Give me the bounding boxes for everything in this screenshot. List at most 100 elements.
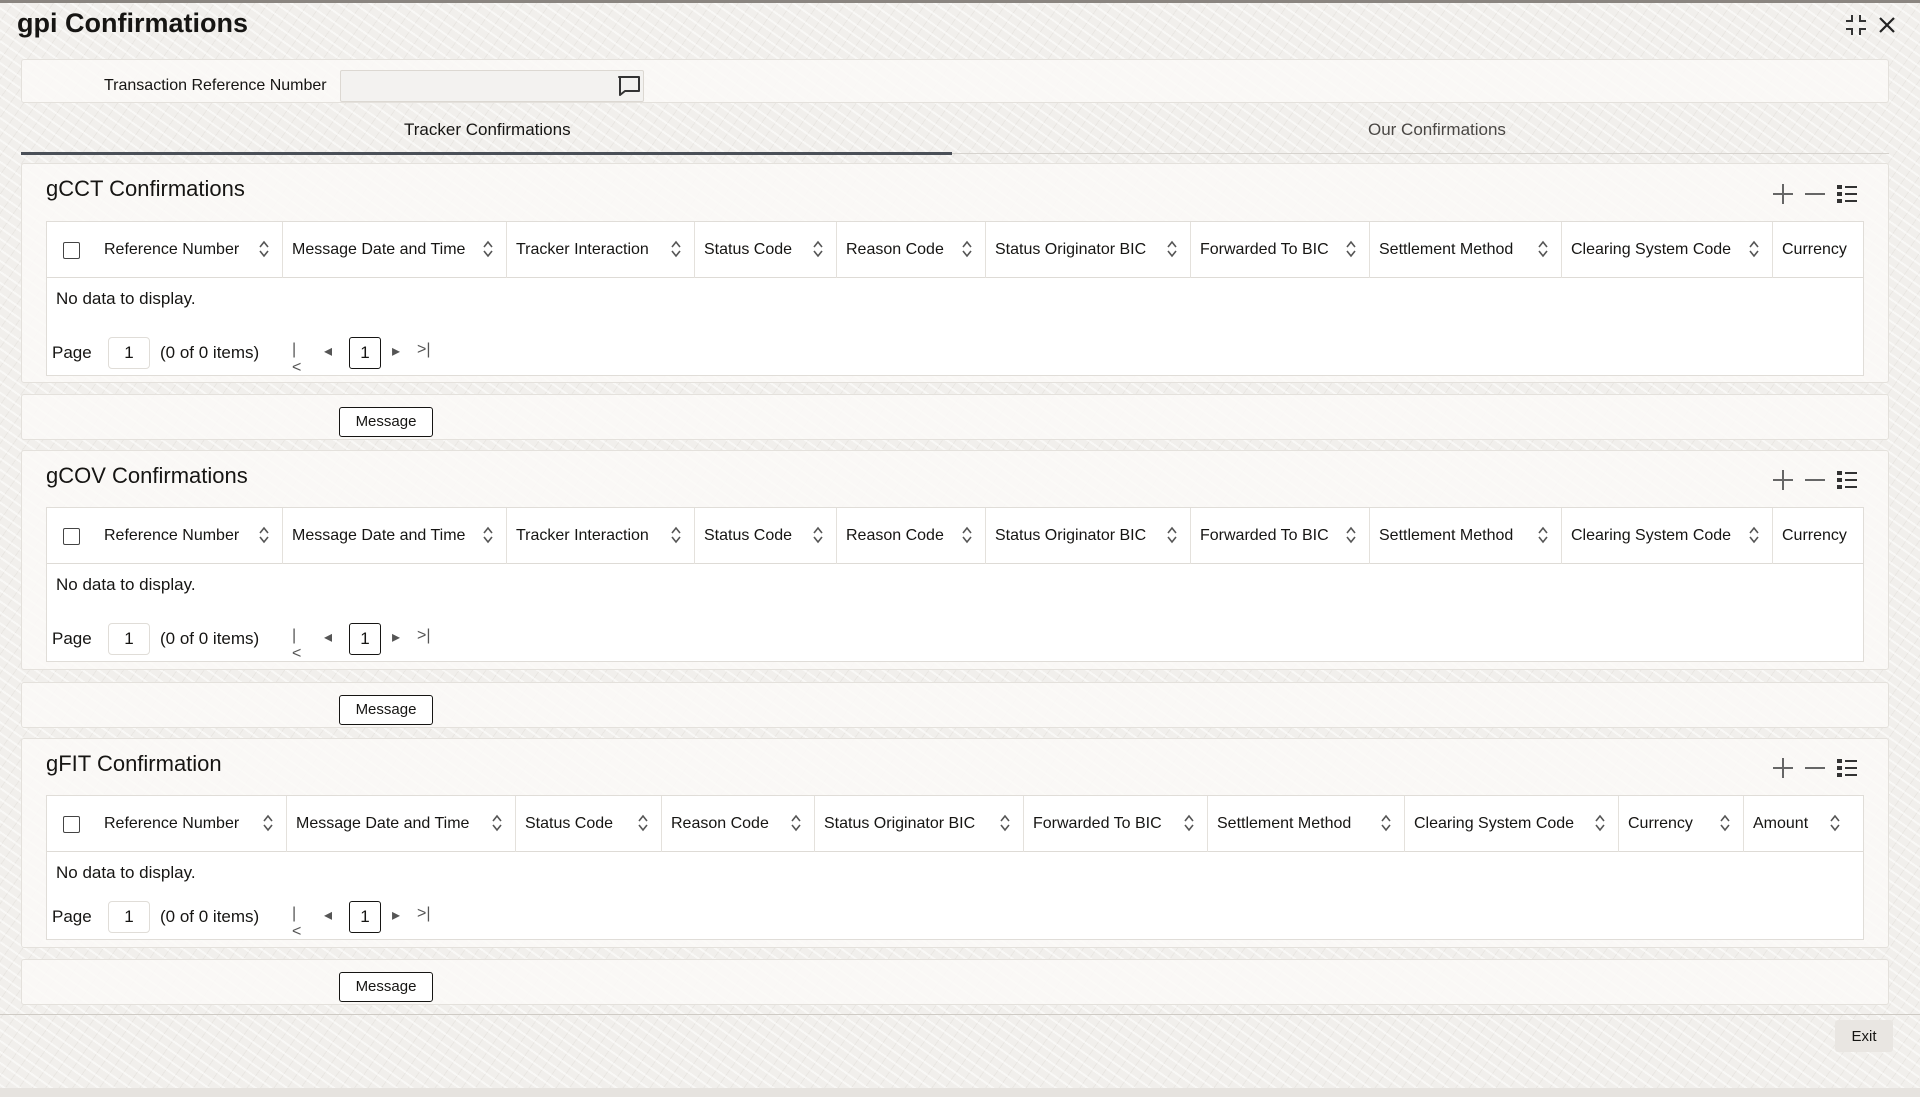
column-header[interactable]: Reference Number (95, 796, 287, 852)
add-row-icon[interactable] (1770, 755, 1796, 781)
last-page-icon[interactable]: >| (417, 905, 431, 923)
sort-icon[interactable] (1537, 525, 1549, 545)
column-header[interactable]: Message Date and Time (283, 222, 507, 278)
list-view-icon[interactable] (1834, 181, 1860, 207)
column-header[interactable]: Forwarded To BIC (1191, 222, 1370, 278)
sort-icon[interactable] (482, 525, 494, 545)
sort-icon[interactable] (637, 813, 649, 833)
column-header[interactable]: Clearing System Code (1562, 222, 1773, 278)
column-header[interactable]: Status Originator BIC (986, 222, 1191, 278)
first-page-icon[interactable]: |< (292, 905, 301, 941)
column-header[interactable]: Reason Code (837, 222, 986, 278)
exit-button[interactable]: Exit (1835, 1020, 1893, 1052)
sort-icon[interactable] (1166, 525, 1178, 545)
sort-icon[interactable] (670, 239, 682, 259)
sort-icon[interactable] (1748, 525, 1760, 545)
current-page[interactable]: 1 (349, 623, 381, 655)
page-input[interactable]: 1 (108, 337, 150, 369)
list-view-icon[interactable] (1834, 467, 1860, 493)
select-all-checkbox[interactable] (63, 242, 80, 259)
sort-icon[interactable] (262, 813, 274, 833)
sort-icon[interactable] (812, 239, 824, 259)
page-input[interactable]: 1 (108, 901, 150, 933)
sort-icon[interactable] (1166, 239, 1178, 259)
last-page-icon[interactable]: >| (417, 627, 431, 645)
column-header[interactable]: Status Code (695, 508, 837, 564)
column-header[interactable]: Amount (1744, 796, 1865, 852)
sort-icon[interactable] (258, 239, 270, 259)
sort-icon[interactable] (812, 525, 824, 545)
column-header[interactable]: Settlement Method (1370, 222, 1562, 278)
sort-icon[interactable] (790, 813, 802, 833)
sort-icon[interactable] (482, 239, 494, 259)
last-page-icon[interactable]: >| (417, 341, 431, 359)
message-button[interactable]: Message (339, 972, 433, 1002)
column-header[interactable]: Settlement Method (1370, 508, 1562, 564)
tab-our-confirmations[interactable]: Our Confirmations (1368, 120, 1506, 140)
transaction-reference-input[interactable] (340, 70, 644, 102)
list-view-icon[interactable] (1834, 755, 1860, 781)
prev-page-icon[interactable]: ◂ (324, 905, 332, 925)
tab-tracker-confirmations[interactable]: Tracker Confirmations (404, 120, 571, 140)
column-header[interactable]: Status Code (516, 796, 662, 852)
collapse-icon[interactable] (1841, 10, 1871, 40)
message-button[interactable]: Message (339, 695, 433, 725)
comment-icon[interactable] (617, 74, 641, 98)
column-header[interactable]: Message Date and Time (283, 508, 507, 564)
column-header[interactable]: Reference Number (95, 222, 283, 278)
column-header[interactable]: Status Code (695, 222, 837, 278)
select-all-checkbox[interactable] (63, 816, 80, 833)
message-button[interactable]: Message (339, 407, 433, 437)
column-header[interactable]: Currency (1619, 796, 1744, 852)
next-page-icon[interactable]: ▸ (392, 341, 400, 361)
column-header[interactable]: Tracker Interaction (507, 508, 695, 564)
column-header[interactable]: Forwarded To BIC (1191, 508, 1370, 564)
current-page[interactable]: 1 (349, 337, 381, 369)
close-icon[interactable] (1872, 10, 1902, 40)
column-header[interactable]: Clearing System Code (1405, 796, 1619, 852)
column-label: Amount (1753, 815, 1809, 832)
column-header[interactable]: Status Originator BIC (815, 796, 1024, 852)
sort-icon[interactable] (999, 813, 1011, 833)
sort-icon[interactable] (1537, 239, 1549, 259)
current-page[interactable]: 1 (349, 901, 381, 933)
sort-icon[interactable] (491, 813, 503, 833)
sort-icon[interactable] (670, 525, 682, 545)
sort-icon[interactable] (1829, 813, 1841, 833)
prev-page-icon[interactable]: ◂ (324, 627, 332, 647)
next-page-icon[interactable]: ▸ (392, 627, 400, 647)
column-header[interactable]: Forwarded To BIC (1024, 796, 1208, 852)
sort-icon[interactable] (961, 239, 973, 259)
sort-icon[interactable] (961, 525, 973, 545)
column-header[interactable]: Currency (1773, 222, 1865, 278)
first-page-icon[interactable]: |< (292, 341, 301, 377)
add-row-icon[interactable] (1770, 467, 1796, 493)
sort-icon[interactable] (1345, 525, 1357, 545)
add-row-icon[interactable] (1770, 181, 1796, 207)
delete-row-icon[interactable] (1802, 181, 1828, 207)
prev-page-icon[interactable]: ◂ (324, 341, 332, 361)
sort-icon[interactable] (1594, 813, 1606, 833)
sort-icon[interactable] (1748, 239, 1760, 259)
sort-icon[interactable] (1380, 813, 1392, 833)
sort-icon[interactable] (1183, 813, 1195, 833)
column-header[interactable]: Reason Code (662, 796, 815, 852)
sort-icon[interactable] (1719, 813, 1731, 833)
column-header[interactable]: Status Originator BIC (986, 508, 1191, 564)
column-header[interactable]: Currency (1773, 508, 1865, 564)
first-page-icon[interactable]: |< (292, 627, 301, 663)
column-header[interactable]: Reason Code (837, 508, 986, 564)
delete-row-icon[interactable] (1802, 467, 1828, 493)
column-header[interactable]: Tracker Interaction (507, 222, 695, 278)
column-label: Settlement Method (1379, 527, 1514, 544)
column-header[interactable]: Clearing System Code (1562, 508, 1773, 564)
next-page-icon[interactable]: ▸ (392, 905, 400, 925)
sort-icon[interactable] (1345, 239, 1357, 259)
delete-row-icon[interactable] (1802, 755, 1828, 781)
select-all-checkbox[interactable] (63, 528, 80, 545)
column-header[interactable]: Message Date and Time (287, 796, 516, 852)
sort-icon[interactable] (258, 525, 270, 545)
column-header[interactable]: Reference Number (95, 508, 283, 564)
column-header[interactable]: Settlement Method (1208, 796, 1405, 852)
page-input[interactable]: 1 (108, 623, 150, 655)
